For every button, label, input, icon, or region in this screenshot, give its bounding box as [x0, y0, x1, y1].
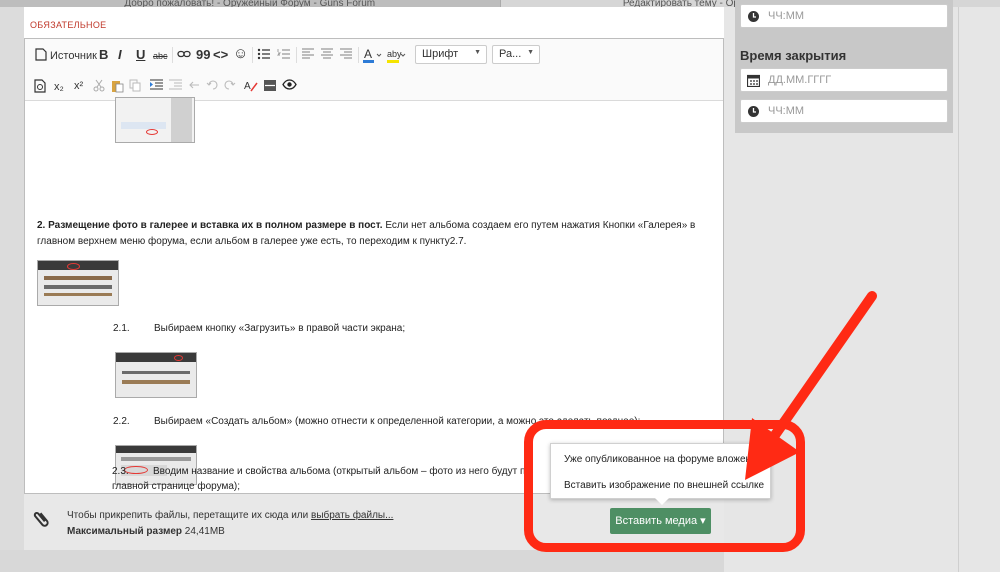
annotation-arrow-icon: [745, 291, 877, 480]
page: Добро пожаловать! - Оружейный Форум - Gu…: [0, 0, 1000, 572]
